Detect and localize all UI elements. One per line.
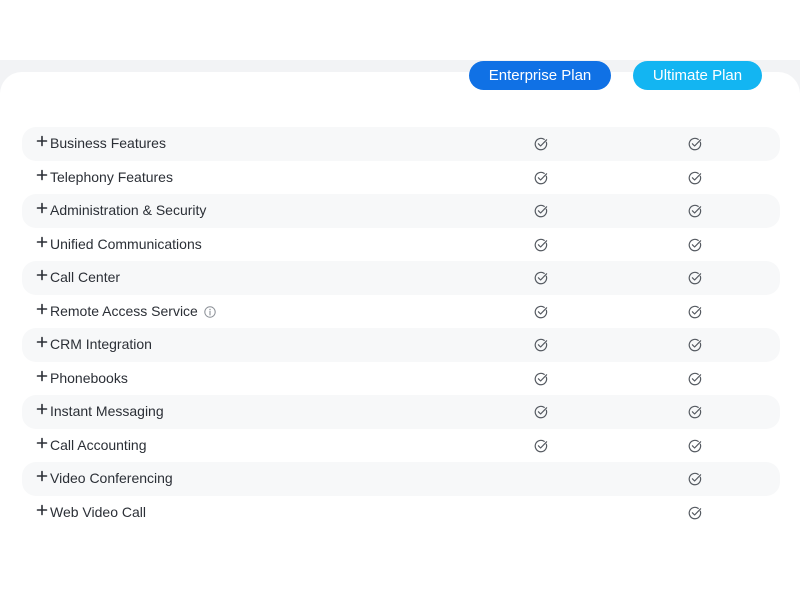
ultimate-check-icon: [688, 305, 702, 318]
enterprise-check-icon: [534, 171, 548, 184]
plus-icon[interactable]: [36, 169, 48, 181]
enterprise-check-icon: [534, 238, 548, 251]
plus-icon[interactable]: [36, 236, 48, 248]
feature-label-text: Web Video Call: [50, 503, 146, 520]
plus-icon[interactable]: [36, 504, 48, 516]
enterprise-check-icon: [534, 338, 548, 352]
feature-label: Call Center: [50, 261, 120, 295]
feature-label: Video Conferencing: [50, 462, 173, 496]
feature-label: Instant Messaging: [50, 395, 164, 429]
plus-icon[interactable]: [36, 202, 48, 214]
enterprise-plan-button[interactable]: Enterprise Plan: [469, 61, 611, 90]
feature-label-text: Remote Access Service: [50, 302, 198, 319]
feature-row[interactable]: Business Features: [22, 127, 780, 161]
feature-label: Remote Access Service: [50, 295, 216, 329]
feature-row[interactable]: Remote Access Service: [22, 295, 780, 329]
feature-row[interactable]: CRM Integration: [22, 328, 780, 362]
plus-icon[interactable]: [36, 370, 48, 382]
feature-label-text: Administration & Security: [50, 202, 207, 218]
enterprise-check-icon: [534, 271, 548, 285]
enterprise-check-icon: [534, 204, 548, 218]
enterprise-check-icon: [534, 372, 548, 385]
feature-label-text: Telephony Features: [50, 168, 173, 185]
feature-row[interactable]: Call Accounting: [22, 429, 780, 463]
ultimate-check-icon: [688, 271, 702, 285]
feature-label-text: Unified Communications: [50, 235, 202, 252]
enterprise-check-icon: [534, 405, 548, 419]
feature-label: Telephony Features: [50, 161, 173, 195]
plus-icon[interactable]: [36, 437, 48, 449]
ultimate-check-icon: [688, 171, 702, 184]
feature-label-text: Business Features: [50, 135, 166, 151]
feature-label-text: Call Accounting: [50, 436, 147, 453]
ultimate-check-icon: [688, 372, 702, 385]
feature-label: Call Accounting: [50, 429, 147, 463]
ultimate-check-icon: [688, 439, 702, 452]
ultimate-check-icon: [688, 506, 702, 519]
ultimate-check-icon: [688, 238, 702, 251]
ultimate-check-icon: [688, 137, 702, 151]
plus-icon[interactable]: [36, 269, 48, 281]
plus-icon[interactable]: [36, 135, 48, 147]
enterprise-check-icon: [534, 305, 548, 318]
ultimate-check-icon: [688, 472, 702, 486]
feature-label-text: CRM Integration: [50, 336, 152, 352]
feature-row[interactable]: Administration & Security: [22, 194, 780, 228]
feature-label: CRM Integration: [50, 328, 152, 362]
feature-row[interactable]: Telephony Features: [22, 161, 780, 195]
feature-label-text: Video Conferencing: [50, 470, 173, 486]
feature-label-text: Instant Messaging: [50, 403, 164, 419]
enterprise-check-icon: [534, 439, 548, 452]
feature-row[interactable]: Instant Messaging: [22, 395, 780, 429]
plus-icon[interactable]: [36, 303, 48, 315]
enterprise-check-icon: [534, 137, 548, 151]
feature-row[interactable]: Call Center: [22, 261, 780, 295]
feature-row[interactable]: Video Conferencing: [22, 462, 780, 496]
ultimate-check-icon: [688, 204, 702, 218]
ultimate-check-icon: [688, 405, 702, 419]
feature-label: Administration & Security: [50, 194, 206, 228]
plus-icon[interactable]: [36, 403, 48, 415]
info-icon[interactable]: [204, 306, 216, 318]
plus-icon[interactable]: [36, 336, 48, 348]
feature-label-text: Phonebooks: [50, 369, 128, 386]
plus-icon[interactable]: [36, 470, 48, 482]
ultimate-plan-button[interactable]: Ultimate Plan: [633, 61, 762, 90]
feature-label: Business Features: [50, 127, 166, 161]
feature-row[interactable]: Web Video Call: [22, 496, 780, 530]
feature-row[interactable]: Unified Communications: [22, 228, 780, 262]
feature-label: Unified Communications: [50, 228, 202, 262]
feature-comparison-list: Business Features Telephony Features Admin…: [22, 127, 780, 529]
feature-label: Web Video Call: [50, 496, 146, 530]
feature-label-text: Call Center: [50, 269, 121, 285]
ultimate-check-icon: [688, 338, 702, 352]
feature-label: Phonebooks: [50, 362, 128, 396]
feature-row[interactable]: Phonebooks: [22, 362, 780, 396]
